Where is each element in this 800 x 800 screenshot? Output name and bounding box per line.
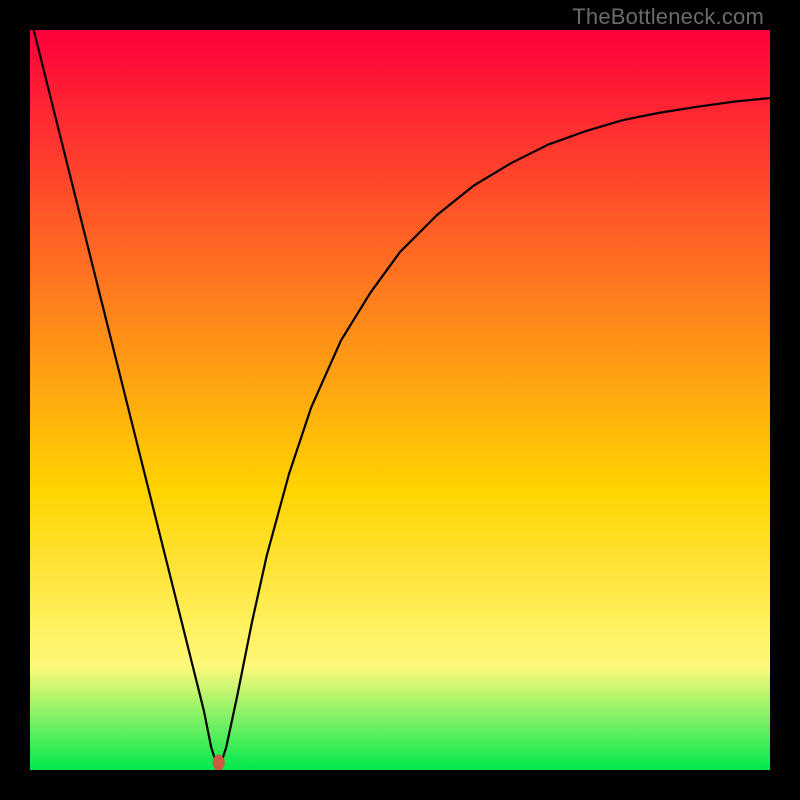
chart-svg: [30, 30, 770, 770]
watermark-text: TheBottleneck.com: [572, 4, 764, 30]
optimum-marker: [213, 755, 225, 770]
chart-frame: [30, 30, 770, 770]
gradient-background: [30, 30, 770, 770]
